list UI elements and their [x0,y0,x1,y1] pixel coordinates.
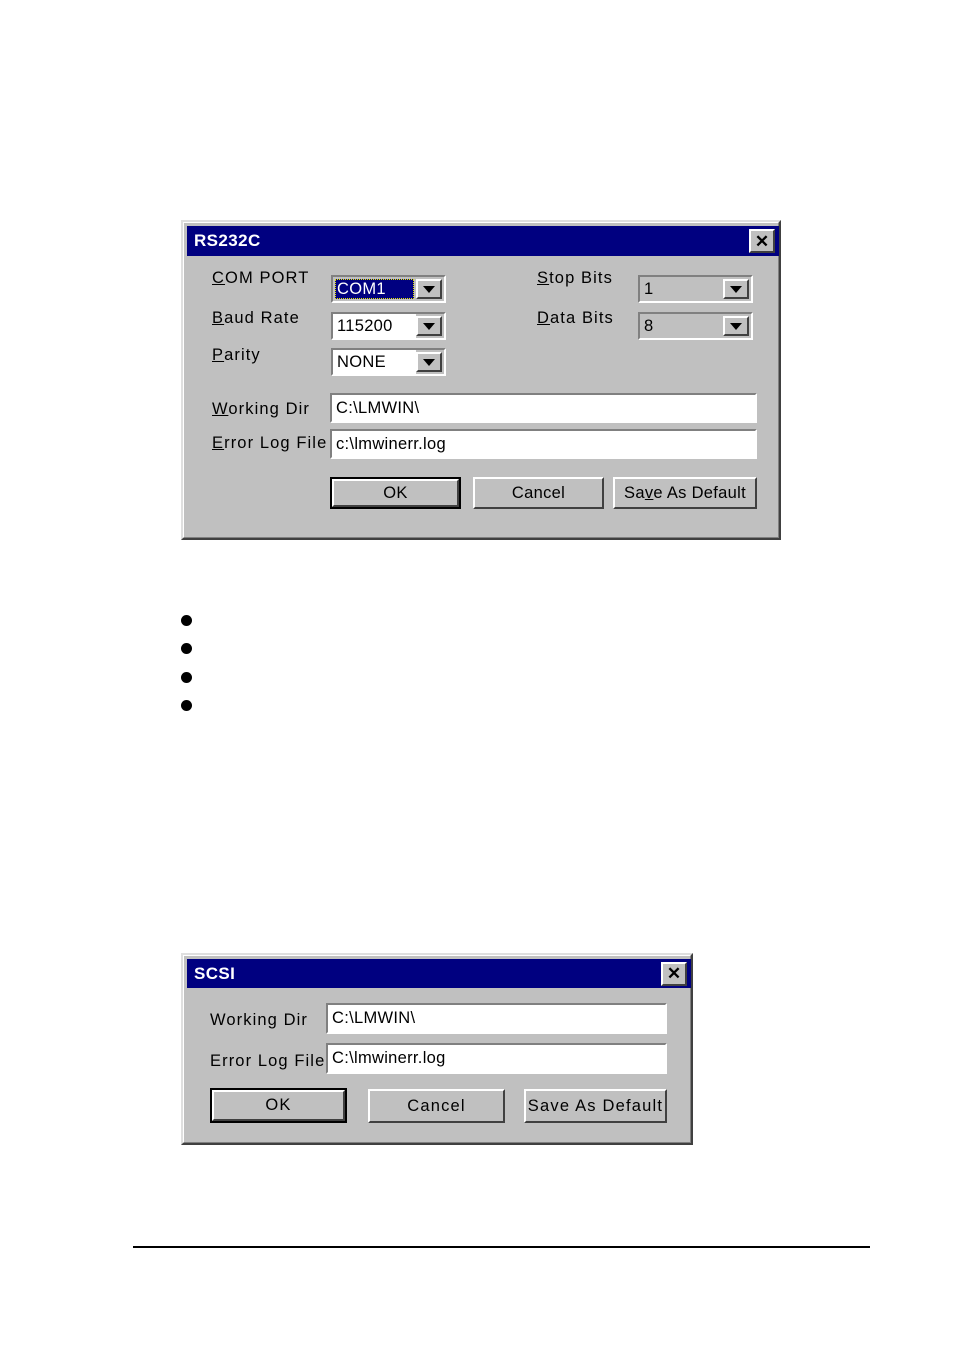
ok-button[interactable]: OK [330,477,461,509]
data-bits-label-accel: D [537,309,551,327]
baud-rate-combo[interactable]: 115200 [331,312,446,340]
scsi-ok-button-label: OK [265,1096,292,1114]
parity-label-rest: arity [224,346,261,364]
data-bits-label: Data Bits [537,309,614,328]
com-port-value: COM1 [335,279,414,299]
list-item-bullet [181,643,192,654]
parity-label-accel: P [212,346,225,364]
chevron-down-icon[interactable] [416,279,442,299]
chevron-down-icon[interactable] [416,352,442,372]
scsi-cancel-button-label: Cancel [407,1096,466,1115]
baud-rate-label-rest: aud Rate [224,309,300,327]
scsi-save-as-default-button[interactable]: Save As Default [524,1089,667,1123]
footer-divider [133,1246,870,1248]
com-port-label: COM PORT [212,269,309,288]
error-log-file-label: Error Log File [212,434,327,453]
working-dir-label-accel: W [212,400,229,418]
stop-bits-label: Stop Bits [537,269,613,288]
chevron-down-icon[interactable] [723,316,749,336]
com-port-label-rest: OM PORT [225,269,310,287]
working-dir-input[interactable]: C:\LMWIN\ [330,393,757,423]
cancel-button[interactable]: Cancel [473,477,604,509]
baud-rate-value: 115200 [333,314,416,338]
working-dir-label-rest: orking Dir [228,400,310,418]
baud-rate-label-accel: B [212,309,225,327]
scsi-cancel-button[interactable]: Cancel [368,1089,505,1123]
list-item-bullet [181,700,192,711]
scsi-titlebar[interactable]: SCSI ✕ [187,959,691,988]
scsi-save-as-default-button-label: Save As Default [527,1096,664,1115]
save-as-default-pre: Sa [624,483,645,502]
data-bits-label-rest: ata Bits [550,309,614,327]
stop-bits-label-accel: S [537,269,550,287]
parity-combo[interactable]: NONE [331,348,446,376]
scsi-working-dir-input[interactable]: C:\LMWIN\ [326,1003,667,1034]
scsi-error-log-file-input[interactable]: C:\lmwinerr.log [326,1043,667,1074]
chevron-down-icon[interactable] [416,316,442,336]
data-bits-value: 8 [640,314,723,338]
close-icon[interactable]: ✕ [749,229,775,253]
parity-value: NONE [333,350,416,374]
rs232c-dialog: RS232C ✕ COM PORT COM1 Baud Rate 115200 … [181,220,781,540]
stop-bits-label-rest: top Bits [549,269,613,287]
com-port-label-accel: C [212,269,226,287]
error-log-file-label-rest: rror Log File [224,434,328,452]
scsi-working-dir-label: Working Dir [210,1011,308,1029]
chevron-down-icon[interactable] [723,279,749,299]
baud-rate-label: Baud Rate [212,309,300,328]
save-as-default-button[interactable]: Save As Default [613,477,757,509]
error-log-file-label-accel: E [212,434,225,452]
list-item-bullet [181,672,192,683]
scsi-dialog: SCSI ✕ Working Dir C:\LMWIN\ Error Log F… [181,953,693,1145]
stop-bits-value: 1 [640,277,723,301]
list-item-bullet [181,615,192,626]
save-as-default-post: e As Default [653,483,746,502]
close-icon[interactable]: ✕ [661,961,687,986]
rs232c-titlebar[interactable]: RS232C ✕ [187,226,779,256]
data-bits-combo[interactable]: 8 [638,312,753,340]
stop-bits-combo[interactable]: 1 [638,275,753,303]
rs232c-title-text: RS232C [194,231,261,250]
com-port-combo[interactable]: COM1 [331,275,446,303]
scsi-error-log-file-label: Error Log File [210,1052,326,1070]
save-as-default-button-label: Save As Default [624,484,746,503]
error-log-file-input[interactable]: c:\lmwinerr.log [330,429,757,459]
cancel-button-label: Cancel [511,483,566,502]
ok-button-label: OK [383,483,408,502]
parity-label: Parity [212,346,261,365]
scsi-title-text: SCSI [194,963,236,983]
working-dir-label: Working Dir [212,400,310,419]
scsi-ok-button[interactable]: OK [210,1088,347,1123]
